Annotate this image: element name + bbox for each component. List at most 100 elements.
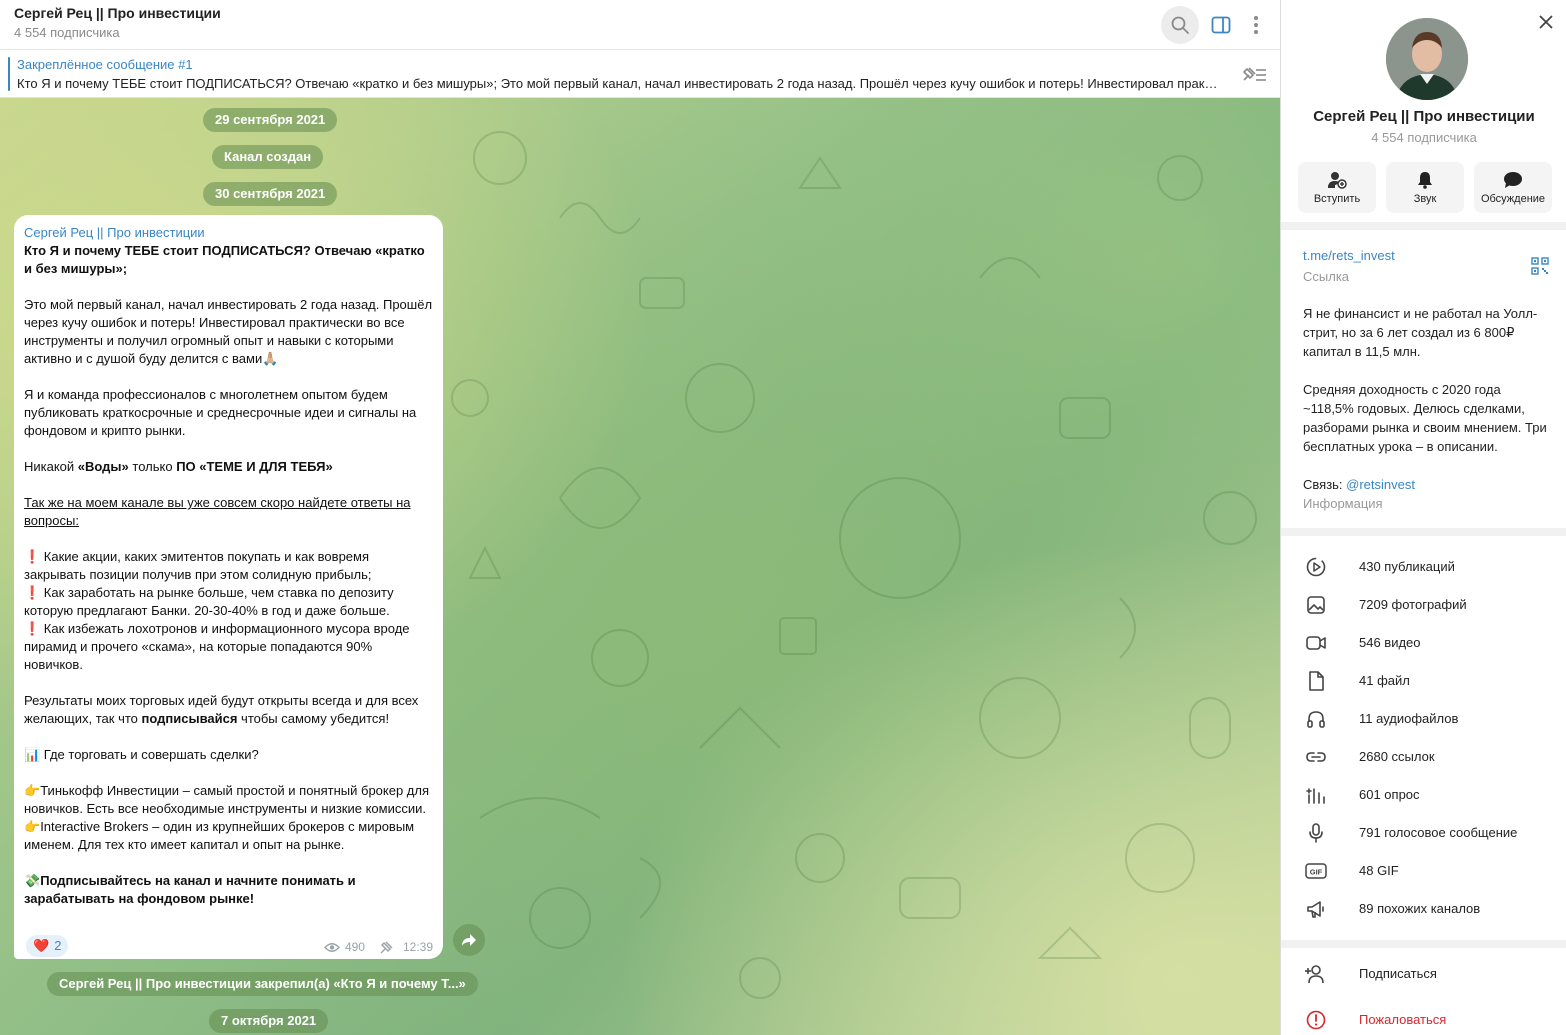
channel-description: Я не финансист и не работал на Уолл-стри… bbox=[1303, 304, 1553, 494]
section-divider bbox=[1281, 940, 1566, 948]
post-meta: 490 12:39 bbox=[323, 938, 433, 956]
section-divider bbox=[1281, 222, 1566, 230]
pinned-message-bar[interactable]: Закреплённое сообщение #1 Кто Я и почему… bbox=[0, 51, 1280, 98]
headphones-icon bbox=[1307, 711, 1325, 728]
chat-bubble-icon bbox=[1504, 171, 1522, 188]
description-paragraph: Средняя доходность с 2020 года ~118,5% г… bbox=[1303, 382, 1547, 454]
post-list-item: Как заработать на рынке больше, чем став… bbox=[24, 585, 394, 618]
post-text: Где торговать и совершать сделки? bbox=[40, 747, 259, 762]
chat-header[interactable]: Сергей Рец || Про инвестиции 4 554 подпи… bbox=[0, 0, 1280, 50]
qr-code-button[interactable] bbox=[1531, 257, 1549, 278]
contact-handle-link[interactable]: @retsinvest bbox=[1346, 477, 1415, 492]
pinned-text: Кто Я и почему ТЕБЕ стоит ПОДПИСАТЬСЯ? О… bbox=[17, 76, 1222, 91]
stat-audio[interactable]: 11 аудиофайлов bbox=[1281, 700, 1566, 738]
stat-label: 11 аудиофайлов bbox=[1359, 711, 1459, 726]
profile-subscriber-count: 4 554 подписчика bbox=[1371, 130, 1477, 145]
post-list-item: Interactive Brokers – один из крупнейших… bbox=[24, 819, 415, 852]
heart-icon: ❤️ bbox=[33, 938, 50, 953]
view-count: 490 bbox=[344, 940, 365, 954]
stat-photos[interactable]: 7209 фотографий bbox=[1281, 586, 1566, 624]
exclamation-icon: ❗ bbox=[24, 549, 41, 564]
post-paragraph: Это мой первый канал, начал инвестироват… bbox=[24, 297, 433, 366]
stat-gifs[interactable]: GIF 48 GIF bbox=[1281, 852, 1566, 890]
discussion-button[interactable]: Обсуждение bbox=[1474, 162, 1552, 213]
subscriber-count: 4 554 подписчика bbox=[14, 25, 120, 40]
post-text: только bbox=[128, 459, 177, 474]
gif-icon: GIF bbox=[1305, 863, 1327, 879]
join-button[interactable]: Вступить bbox=[1298, 162, 1376, 213]
money-emoji: 💸 bbox=[24, 873, 41, 888]
stat-videos[interactable]: 546 видео bbox=[1281, 624, 1566, 662]
stat-label: 7209 фотографий bbox=[1359, 597, 1467, 612]
toggle-sidebar-button[interactable] bbox=[1202, 6, 1240, 44]
post-bold-text: ПО «ТЕМЕ И ДЛЯ ТЕБЯ» bbox=[176, 459, 333, 474]
post-text: чтобы самому убедится! bbox=[237, 711, 390, 726]
stat-similar-channels[interactable]: 89 похожих каналов bbox=[1281, 890, 1566, 928]
chat-area: Сергей Рец || Про инвестиции 4 554 подпи… bbox=[0, 0, 1280, 1035]
close-panel-button[interactable] bbox=[1534, 10, 1558, 34]
service-message-pinned[interactable]: Сергей Рец || Про инвестиции закрепил(а)… bbox=[47, 972, 478, 996]
stat-label: 546 видео bbox=[1359, 635, 1421, 650]
post-author[interactable]: Сергей Рец || Про инвестиции bbox=[24, 224, 433, 242]
profile-actions: Вступить Звук Обсуждение bbox=[1298, 162, 1552, 213]
report-label: Пожаловаться bbox=[1359, 1012, 1447, 1027]
share-arrow-icon bbox=[462, 934, 476, 946]
photo-icon bbox=[1307, 596, 1325, 614]
channel-link[interactable]: t.me/rets_invest bbox=[1303, 248, 1395, 263]
profile-channel-name: Сергей Рец || Про инвестиции bbox=[1313, 108, 1535, 125]
stat-voice[interactable]: 791 голосовое сообщение bbox=[1281, 814, 1566, 852]
contact-prefix: Связь: bbox=[1303, 477, 1347, 492]
stat-posts[interactable]: 430 публикаций bbox=[1281, 548, 1566, 586]
subscribe-action[interactable]: Подписаться bbox=[1281, 954, 1566, 994]
pin-icon bbox=[380, 941, 393, 954]
section-divider bbox=[1281, 528, 1566, 536]
qr-code-icon bbox=[1531, 257, 1549, 275]
discussion-label: Обсуждение bbox=[1480, 192, 1546, 205]
stat-label: 601 опрос bbox=[1359, 787, 1420, 802]
bar-chart-emoji: 📊 bbox=[24, 747, 41, 762]
megaphone-icon bbox=[1307, 901, 1324, 918]
stat-label: 2680 ссылок bbox=[1359, 749, 1435, 764]
post-list-item: Как избежать лохотронов и информационног… bbox=[24, 621, 410, 672]
stat-polls[interactable]: 601 опрос bbox=[1281, 776, 1566, 814]
exclamation-icon: ❗ bbox=[24, 585, 41, 600]
stat-label: 89 похожих каналов bbox=[1359, 901, 1481, 916]
post-list-item: Тинькофф Инвестиции – самый простой и по… bbox=[24, 783, 430, 816]
exclamation-icon: ❗ bbox=[24, 621, 41, 636]
channel-post[interactable]: Сергей Рец || Про инвестиции Кто Я и поч… bbox=[14, 215, 443, 959]
more-vertical-icon bbox=[1254, 16, 1258, 34]
file-icon bbox=[1309, 671, 1324, 691]
forward-button[interactable] bbox=[453, 924, 485, 956]
sidebar-icon bbox=[1211, 16, 1231, 34]
post-text: Никакой bbox=[24, 459, 78, 474]
pinned-list-button[interactable] bbox=[1240, 63, 1268, 88]
link-icon bbox=[1306, 752, 1326, 762]
pinned-indicator bbox=[8, 57, 10, 91]
microphone-icon bbox=[1309, 823, 1323, 843]
post-call-to-action: Подписывайтесь на канал и начните понима… bbox=[24, 873, 356, 906]
search-icon bbox=[1171, 16, 1189, 34]
channel-avatar[interactable] bbox=[1386, 18, 1468, 100]
poll-icon bbox=[1306, 788, 1325, 804]
pointing-hand-emoji: 👉 bbox=[24, 783, 41, 798]
report-action[interactable]: Пожаловаться bbox=[1281, 1000, 1566, 1035]
date-separator: 7 октября 2021 bbox=[209, 1009, 329, 1033]
stat-label: 48 GIF bbox=[1359, 863, 1399, 878]
channel-title[interactable]: Сергей Рец || Про инвестиции bbox=[14, 5, 221, 21]
avatar-photo bbox=[1386, 18, 1468, 100]
stat-files[interactable]: 41 файл bbox=[1281, 662, 1566, 700]
link-caption: Ссылка bbox=[1303, 269, 1350, 284]
search-button[interactable] bbox=[1161, 6, 1199, 44]
post-footer: ❤️ 2 490 12:39 bbox=[14, 931, 443, 959]
sound-label: Звук bbox=[1413, 192, 1437, 205]
more-menu-button[interactable] bbox=[1237, 6, 1275, 44]
pointing-hand-emoji: 👉 bbox=[24, 819, 41, 834]
stat-links[interactable]: 2680 ссылок bbox=[1281, 738, 1566, 776]
post-paragraph: Я и команда профессионалов с многолетнем… bbox=[24, 387, 417, 438]
stat-label: 791 голосовое сообщение bbox=[1359, 825, 1518, 840]
subscribe-label: Подписаться bbox=[1359, 966, 1437, 981]
report-icon bbox=[1306, 1010, 1326, 1030]
pinned-title: Закреплённое сообщение #1 bbox=[17, 57, 193, 72]
reaction-heart[interactable]: ❤️ 2 bbox=[26, 935, 69, 957]
sound-button[interactable]: Звук bbox=[1386, 162, 1464, 213]
